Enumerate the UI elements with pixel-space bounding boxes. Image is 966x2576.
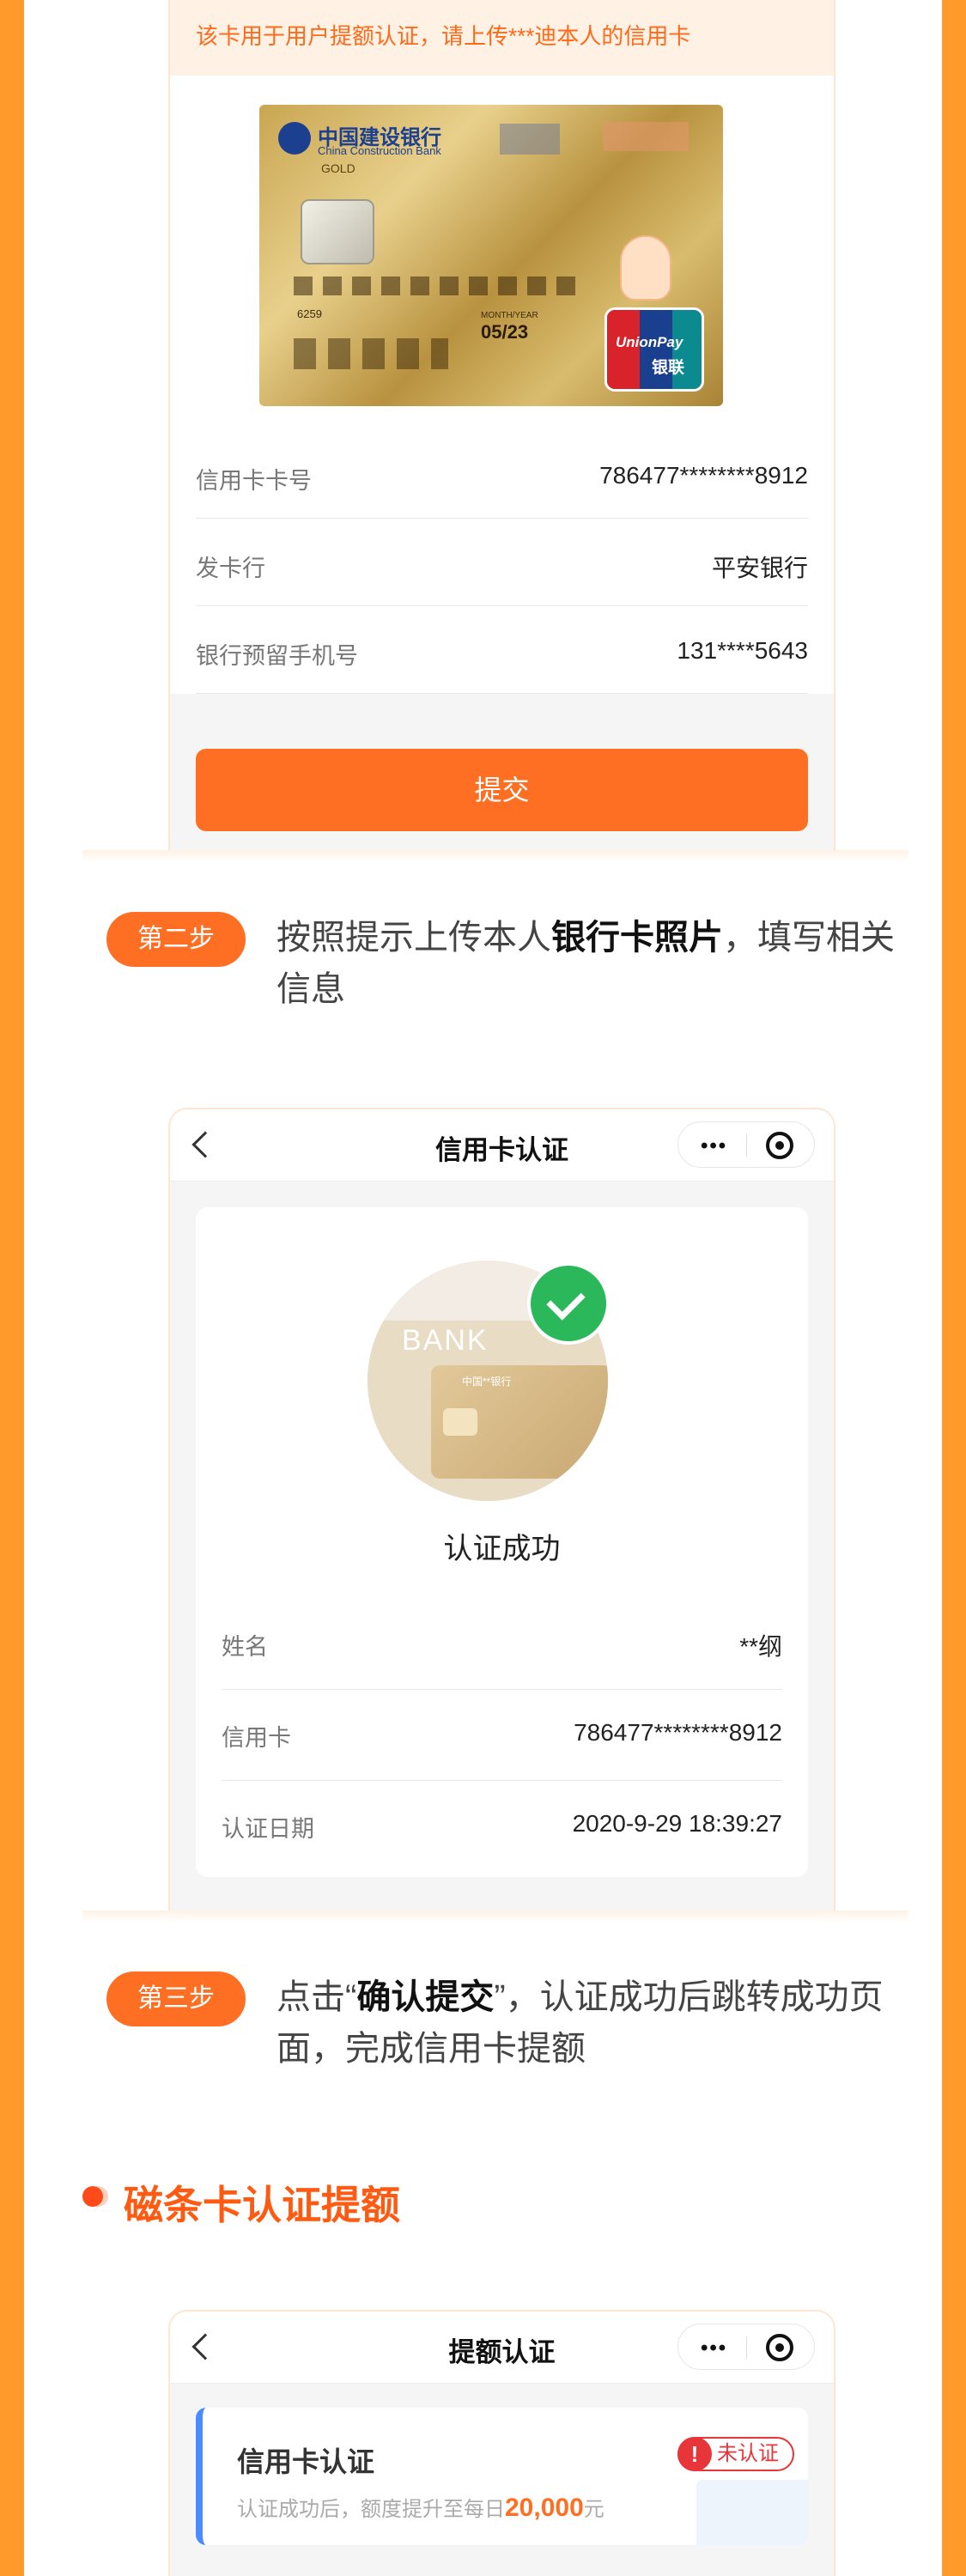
success-check-icon — [527, 1262, 610, 1345]
card-bank-en: China Construction Bank — [318, 144, 441, 157]
limit-amount: 20,000 — [505, 2494, 584, 2522]
more-icon[interactable]: ••• — [701, 1134, 727, 1158]
issuer-row: 发卡行 平安银行 — [196, 520, 808, 606]
mini-program-capsule[interactable]: ••• — [677, 1121, 815, 1168]
phone-row: 银行预留手机号 131****5643 — [196, 608, 808, 694]
close-target-icon[interactable] — [766, 1132, 793, 1159]
issuer-value: 平安银行 — [711, 555, 808, 581]
nav-bar: 提额认证 ••• — [170, 2312, 834, 2384]
section-dot-icon — [82, 2186, 103, 2207]
blurred-area — [603, 122, 689, 151]
step3-badge: 第三步 — [106, 1971, 246, 2026]
credit-card-label: 信用卡 — [222, 1725, 291, 1751]
submit-button[interactable]: 提交 — [196, 749, 808, 831]
card-graphic-bank: 中国**银行 — [462, 1376, 512, 1388]
unionpay-cn: 银联 — [652, 359, 685, 377]
notice-bar: 该卡用于用户提额认证，请上传***迪本人的信用卡 — [170, 0, 834, 76]
chip-icon — [301, 199, 374, 264]
credit-card-row: 信用卡 786477********8912 — [222, 1690, 782, 1781]
phone-label: 银行预留手机号 — [196, 643, 358, 669]
card-prefix: 6259 — [297, 307, 322, 320]
step2-text: 按照提示上传本人银行卡照片，填写相关信息 — [276, 919, 895, 1008]
more-icon[interactable]: ••• — [701, 2336, 727, 2360]
blurred-name — [294, 338, 448, 369]
notice-text: 该卡用于用户提额认证，请上传***迪本人的信用卡 — [196, 23, 691, 49]
credit-verify-title: 信用卡认证 — [237, 2446, 375, 2477]
phone-limit-verify: 提额认证 ••• 信用卡认证 ! 未认证 认证成功后，额度提升至每日20,000… — [168, 2310, 835, 2576]
card-expiry: 05/23 — [481, 321, 529, 343]
card-expiry-label: MONTH/YEAR — [481, 311, 538, 320]
verify-date-label: 认证日期 — [222, 1816, 314, 1842]
close-target-icon[interactable] — [766, 2334, 793, 2361]
card-panel: 中国建设银行 China Construction Bank GOLD 6259… — [170, 76, 834, 694]
section-divider — [82, 1911, 908, 1923]
bank-building-label: BANK — [402, 1324, 489, 1357]
ccb-logo-icon — [278, 122, 311, 155]
credit-verify-desc: 认证成功后，额度提升至每日20,000元 — [237, 2494, 605, 2522]
name-label: 姓名 — [222, 1634, 268, 1660]
card-number-label: 信用卡卡号 — [196, 468, 312, 494]
credit-verify-card[interactable]: 信用卡认证 ! 未认证 认证成功后，额度提升至每日20,000元 — [196, 2408, 808, 2545]
section-title: 磁条卡认证提额 — [124, 2183, 400, 2227]
section-divider — [82, 850, 908, 862]
credit-card-value: 786477********8912 — [574, 1719, 782, 1746]
name-value: **纲 — [739, 1633, 782, 1660]
unionpay-logo-icon: UnionPay 银联 — [605, 307, 704, 392]
issuer-label: 发卡行 — [196, 556, 265, 581]
credit-card-photo[interactable]: 中国建设银行 China Construction Bank GOLD 6259… — [259, 105, 723, 406]
alert-icon: ! — [677, 2437, 712, 2471]
verify-date-row: 认证日期 2020-9-29 18:39:27 — [222, 1781, 782, 1872]
card-chip-icon — [443, 1408, 477, 1436]
card-number-value: 786477********8912 — [599, 462, 808, 489]
verify-date-value: 2020-9-29 18:39:27 — [572, 1810, 782, 1837]
hand-pointer-icon — [620, 235, 671, 301]
card-decoration — [696, 2480, 808, 2545]
result-card: BANK 中国**银行 认证成功 姓名 **纲 信用卡 786477******… — [196, 1207, 808, 1877]
phone-card-verify: 信用卡认证 ••• BANK 中国**银行 认证成功 姓名 **纲 信用卡 78… — [168, 1108, 835, 1911]
success-text: 认证成功 — [443, 1533, 561, 1565]
blurred-number — [294, 276, 586, 295]
page: 该卡用于用户提额认证，请上传***迪本人的信用卡 中国建设银行 China Co… — [24, 0, 942, 2576]
status-badge: ! 未认证 — [677, 2437, 794, 2471]
phone-card-upload: 该卡用于用户提额认证，请上传***迪本人的信用卡 中国建设银行 China Co… — [168, 0, 835, 850]
name-row: 姓名 **纲 — [222, 1599, 782, 1690]
unionpay-en: UnionPay — [616, 334, 683, 350]
card-graphic: 中国**银行 — [431, 1365, 608, 1479]
phone-value: 131****5643 — [677, 637, 808, 664]
step2-badge: 第二步 — [106, 912, 246, 967]
nav-bar: 信用卡认证 ••• — [170, 1109, 834, 1182]
card-tier: GOLD — [321, 161, 355, 175]
step3-text: 点击“确认提交”，认证成功后跳转成功页面，完成信用卡提额 — [276, 1978, 884, 2068]
blurred-area — [500, 124, 560, 155]
card-number-row: 信用卡卡号 786477********8912 — [196, 433, 808, 519]
mini-program-capsule[interactable]: ••• — [677, 2324, 815, 2370]
